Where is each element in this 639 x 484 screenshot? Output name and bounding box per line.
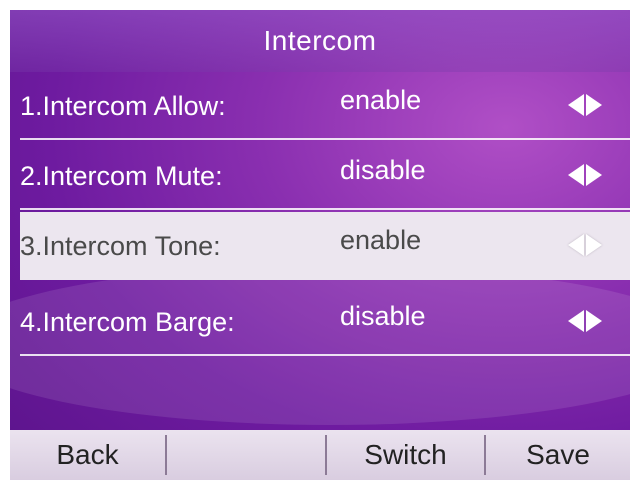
save-button[interactable]: Save <box>486 430 630 480</box>
setting-value[interactable]: disable <box>340 155 426 186</box>
setting-value[interactable]: enable <box>340 85 421 116</box>
setting-label: 1.Intercom Allow: <box>20 91 226 121</box>
setting-row-intercom-tone[interactable]: 3.Intercom Tone: enable <box>20 212 630 280</box>
setting-label: 4.Intercom Barge: <box>20 307 235 337</box>
value-switch-arrows[interactable] <box>568 234 602 256</box>
save-button-label: Save <box>526 439 590 470</box>
triangle-right-icon[interactable] <box>586 94 602 116</box>
row-divider <box>20 138 630 140</box>
title-bar: Intercom <box>10 10 630 72</box>
triangle-left-icon[interactable] <box>568 94 584 116</box>
setting-value[interactable]: enable <box>340 225 421 256</box>
setting-label: 2.Intercom Mute: <box>20 161 223 191</box>
setting-row-intercom-mute[interactable]: 2.Intercom Mute: disable <box>20 142 630 210</box>
value-switch-arrows[interactable] <box>568 94 602 116</box>
back-button[interactable]: Back <box>10 430 165 480</box>
empty-softkey[interactable] <box>167 430 325 480</box>
switch-button[interactable]: Switch <box>327 430 484 480</box>
triangle-right-icon[interactable] <box>586 234 602 256</box>
triangle-left-icon[interactable] <box>568 164 584 186</box>
softkey-bar: Back Switch Save <box>10 430 630 480</box>
triangle-left-icon[interactable] <box>568 234 584 256</box>
setting-row-intercom-allow[interactable]: 1.Intercom Allow: enable <box>20 72 630 140</box>
value-switch-arrows[interactable] <box>568 310 602 332</box>
triangle-right-icon[interactable] <box>586 310 602 332</box>
phone-screen: Intercom 1.Intercom Allow: enable 2.Inte… <box>10 10 630 480</box>
triangle-left-icon[interactable] <box>568 310 584 332</box>
row-divider <box>20 354 630 356</box>
setting-row-intercom-barge[interactable]: 4.Intercom Barge: disable <box>20 288 630 356</box>
switch-button-label: Switch <box>364 439 447 470</box>
setting-label: 3.Intercom Tone: <box>20 231 221 261</box>
screen-title: Intercom <box>263 25 377 56</box>
back-button-label: Back <box>56 439 119 470</box>
triangle-right-icon[interactable] <box>586 164 602 186</box>
row-divider <box>20 208 630 210</box>
value-switch-arrows[interactable] <box>568 164 602 186</box>
setting-value[interactable]: disable <box>340 301 426 332</box>
